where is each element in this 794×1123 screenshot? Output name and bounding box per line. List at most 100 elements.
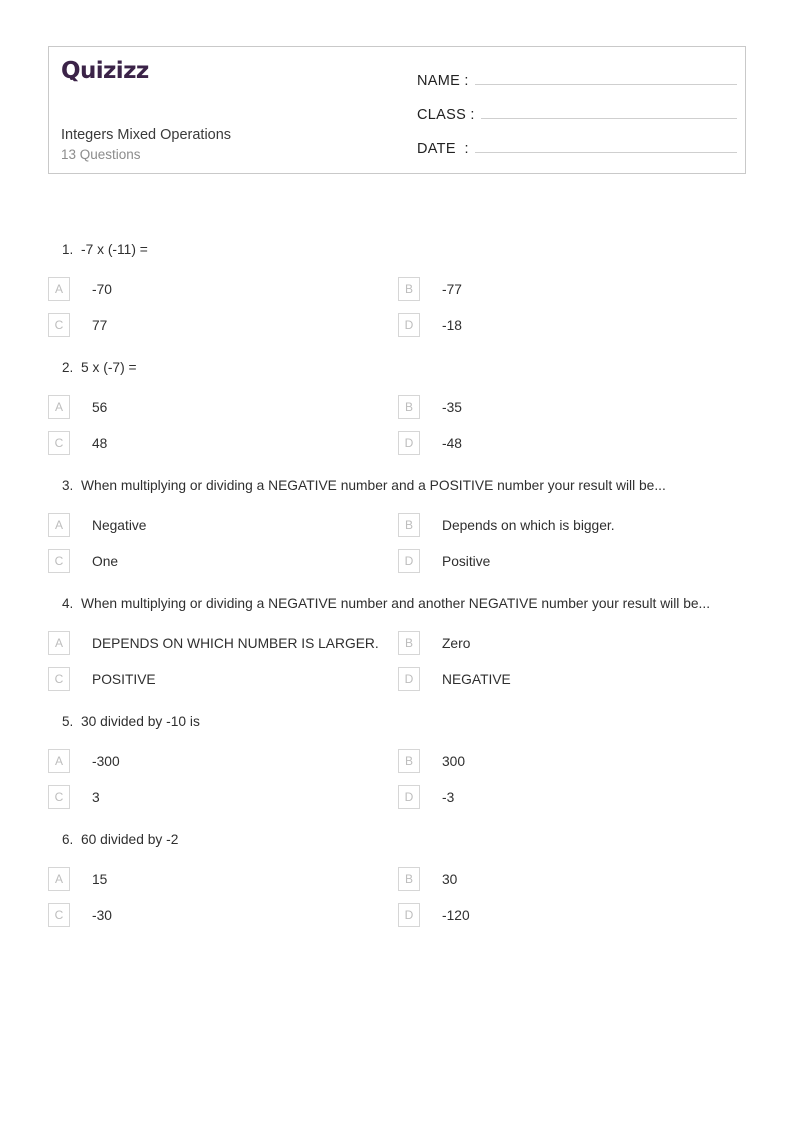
option-a[interactable]: A 15 [48,864,398,894]
option-letter-c: C [48,785,70,809]
date-field-input[interactable] [474,133,737,153]
option-text-a: 15 [92,871,108,887]
option-a[interactable]: A -70 [48,274,398,304]
question-number: 5. [62,714,74,729]
question-item: 5. 30 divided by -10 is A -300 B 300 C 3… [48,710,748,812]
option-letter-a: A [48,395,70,419]
option-text-c: POSITIVE [92,671,156,687]
option-b[interactable]: B Depends on which is bigger. [398,510,748,540]
option-a[interactable]: A 56 [48,392,398,422]
worksheet-header-card: Quizizz Integers Mixed Operations 13 Que… [48,46,746,174]
option-text-b: Zero [442,635,471,651]
option-b[interactable]: B 300 [398,746,748,776]
option-text-a: DEPENDS ON WHICH NUMBER IS LARGER. [92,635,379,651]
option-text-d: NEGATIVE [442,671,511,687]
option-letter-b: B [398,631,420,655]
quizizz-logo-text: Quizizz [61,58,149,84]
name-field-row: NAME : [417,65,737,99]
option-letter-b: B [398,749,420,773]
option-letter-c: C [48,313,70,337]
option-letter-d: D [398,549,420,573]
option-letter-c: C [48,549,70,573]
question-number: 1. [62,242,74,257]
quizizz-logo-dot [70,77,73,80]
question-heading: 1. -7 x (-11) = [48,238,748,262]
option-d[interactable]: D Positive [398,546,748,576]
class-field-input[interactable] [480,99,737,119]
option-text-c: 77 [92,317,108,333]
question-item: 3. When multiplying or dividing a NEGATI… [48,474,748,576]
question-text: 30 divided by -10 is [81,714,200,729]
option-a[interactable]: A Negative [48,510,398,540]
option-d[interactable]: D -3 [398,782,748,812]
option-row: C 77 D -18 [48,310,748,340]
date-field-row: DATE : [417,133,737,167]
option-c[interactable]: C -30 [48,900,398,930]
option-row: A -70 B -77 [48,274,748,304]
question-heading: 5. 30 divided by -10 is [48,710,748,734]
option-a[interactable]: A -300 [48,746,398,776]
option-letter-b: B [398,867,420,891]
option-c[interactable]: C 48 [48,428,398,458]
option-b[interactable]: B 30 [398,864,748,894]
date-field-label: DATE : [417,141,469,157]
worksheet-title: Integers Mixed Operations [61,127,232,143]
option-letter-b: B [398,277,420,301]
question-number: 2. [62,360,74,375]
option-text-a: Negative [92,517,147,533]
option-text-a: -300 [92,753,120,769]
option-text-d: -48 [442,435,462,451]
question-text: -7 x (-11) = [81,242,148,257]
option-c[interactable]: C POSITIVE [48,664,398,694]
option-c[interactable]: C One [48,546,398,576]
option-letter-a: A [48,749,70,773]
option-row: C One D Positive [48,546,748,576]
question-list: 1. -7 x (-11) = A -70 B -77 C 77 D -18 2… [48,238,748,946]
question-item: 2. 5 x (-7) = A 56 B -35 C 48 D -48 [48,356,748,458]
option-letter-c: C [48,667,70,691]
question-item: 1. -7 x (-11) = A -70 B -77 C 77 D -18 [48,238,748,340]
question-heading: 4. When multiplying or dividing a NEGATI… [48,592,748,616]
option-letter-c: C [48,431,70,455]
option-text-b: 300 [442,753,466,769]
question-text: 60 divided by -2 [81,832,179,847]
class-field-label: CLASS : [417,107,475,123]
option-b[interactable]: B -35 [398,392,748,422]
name-field-input[interactable] [474,65,737,85]
option-d[interactable]: D -120 [398,900,748,930]
option-text-b: -35 [442,399,462,415]
option-row: C 48 D -48 [48,428,748,458]
option-text-c: One [92,553,119,569]
quizizz-logo: Quizizz [61,57,149,85]
option-text-d: -3 [442,789,455,805]
option-b[interactable]: B Zero [398,628,748,658]
question-heading: 6. 60 divided by -2 [48,828,748,852]
option-letter-d: D [398,431,420,455]
student-info-fields: NAME : CLASS : DATE : [417,65,737,167]
option-d[interactable]: D -48 [398,428,748,458]
option-a[interactable]: A DEPENDS ON WHICH NUMBER IS LARGER. [48,628,398,658]
question-number: 3. [62,478,74,493]
option-row: A -300 B 300 [48,746,748,776]
option-text-c: 3 [92,789,100,805]
option-text-d: -120 [442,907,470,923]
option-text-b: 30 [442,871,458,887]
option-row: C 3 D -3 [48,782,748,812]
question-number: 4. [62,596,74,611]
option-c[interactable]: C 77 [48,310,398,340]
option-row: A Negative B Depends on which is bigger. [48,510,748,540]
option-d[interactable]: D -18 [398,310,748,340]
question-number: 6. [62,832,74,847]
option-row: C -30 D -120 [48,900,748,930]
option-b[interactable]: B -77 [398,274,748,304]
option-letter-d: D [398,313,420,337]
option-text-b: Depends on which is bigger. [442,517,615,533]
option-letter-b: B [398,513,420,537]
option-letter-a: A [48,867,70,891]
option-text-d: -18 [442,317,462,333]
option-letter-d: D [398,903,420,927]
class-field-row: CLASS : [417,99,737,133]
name-field-label: NAME : [417,73,469,89]
option-d[interactable]: D NEGATIVE [398,664,748,694]
option-c[interactable]: C 3 [48,782,398,812]
